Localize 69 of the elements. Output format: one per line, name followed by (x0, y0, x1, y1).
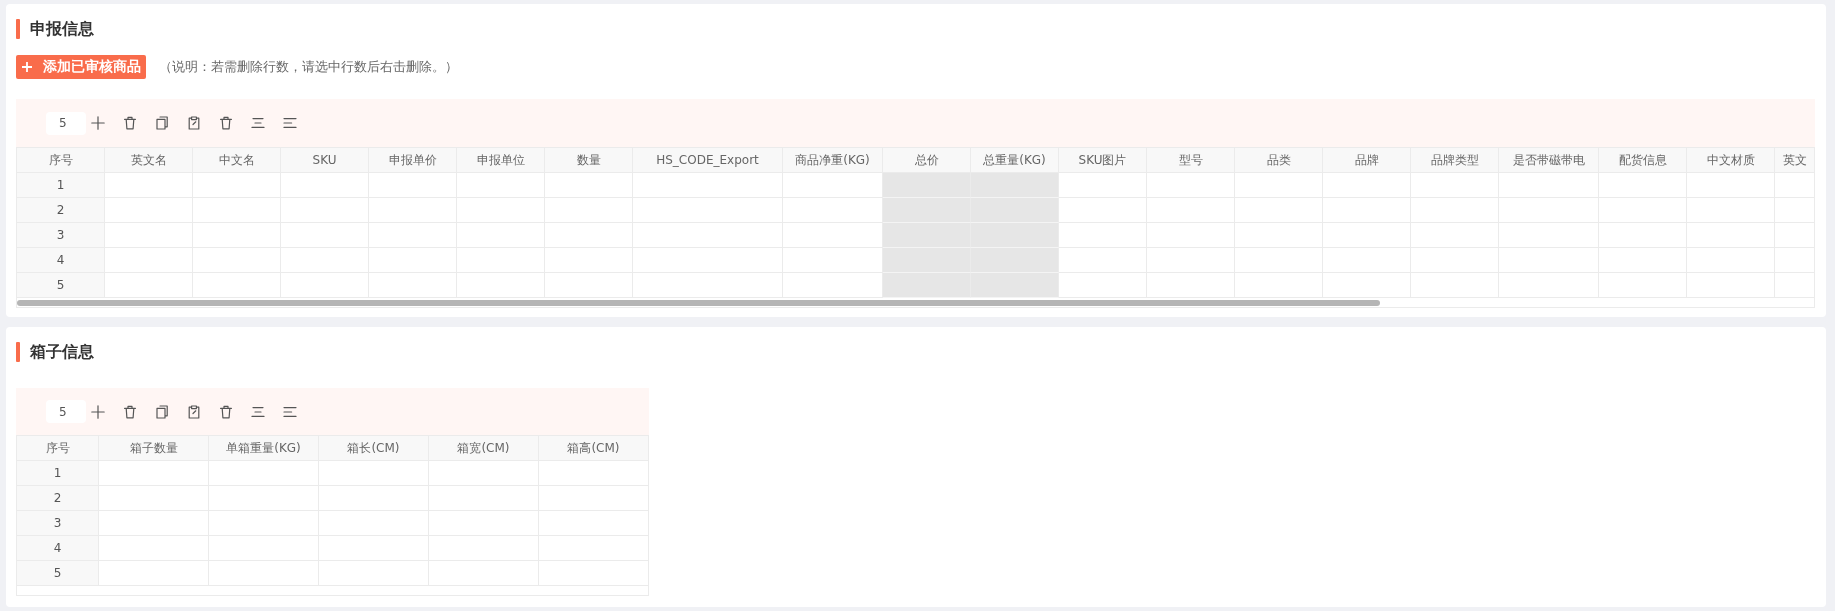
align-left-icon[interactable] (283, 404, 297, 419)
column-header: 配货信息 (1599, 147, 1687, 173)
plus-icon (22, 62, 32, 72)
column-header: SKU (281, 147, 369, 173)
column-header: 品类 (1235, 147, 1323, 173)
trash-icon[interactable] (123, 116, 137, 130)
title-accent-bar (16, 342, 20, 362)
align-left-icon[interactable] (283, 116, 297, 130)
column-header: 品牌类型 (1411, 147, 1499, 173)
align-center-icon[interactable] (251, 116, 265, 130)
clipboard-icon[interactable] (187, 116, 201, 130)
trash-icon[interactable] (219, 116, 233, 130)
grid-cell[interactable] (1059, 198, 1147, 223)
row-number: 2 (16, 486, 99, 511)
column-header: HS_CODE_Export (633, 147, 783, 173)
column-header: 总重量(KG) (971, 147, 1059, 173)
row-number: 3 (16, 511, 99, 536)
align-center-icon[interactable] (251, 404, 265, 419)
trash-icon[interactable] (219, 404, 233, 419)
grid-cell[interactable] (783, 248, 883, 273)
copy-icon[interactable] (155, 116, 169, 130)
section-title: 箱子信息 (30, 342, 94, 362)
column-header: 中文材质 (1687, 147, 1775, 173)
plus-icon[interactable] (91, 404, 105, 419)
column-header: 申报单价 (369, 147, 457, 173)
grid-cell[interactable] (1059, 273, 1147, 298)
row-number: 2 (16, 198, 105, 223)
column-header: 箱高(CM) (539, 435, 649, 461)
plus-icon[interactable] (91, 116, 105, 130)
column-header: 中文名 (193, 147, 281, 173)
column-header: 序号 (16, 147, 105, 173)
column-header: 申报单位 (457, 147, 545, 173)
grid-cell[interactable] (783, 273, 883, 298)
column-header: 型号 (1147, 147, 1235, 173)
column-header: 箱子数量 (99, 435, 209, 461)
section-title: 申报信息 (30, 19, 94, 39)
column-header: 英文名 (105, 147, 193, 173)
instruction-note: （说明：若需删除行数，请选中行数后右击删除。） (159, 58, 458, 76)
row-number: 4 (16, 248, 105, 273)
grid-cell[interactable] (1059, 173, 1147, 198)
copy-icon[interactable] (155, 404, 169, 419)
row-number: 3 (16, 223, 105, 248)
row-count-input[interactable]: 5 (46, 111, 86, 135)
trash-icon[interactable] (123, 404, 137, 419)
grid-cell[interactable] (783, 173, 883, 198)
column-header: 英文 (1775, 147, 1815, 173)
scrollbar-thumb[interactable] (17, 299, 1380, 306)
row-number: 4 (16, 536, 99, 561)
row-number: 1 (16, 461, 99, 486)
row-number: 1 (16, 173, 105, 198)
column-header: SKU图片 (1059, 147, 1147, 173)
column-header: 箱长(CM) (319, 435, 429, 461)
row-count-input[interactable]: 5 (46, 400, 86, 423)
column-header: 总价 (883, 147, 971, 173)
column-header: 单箱重量(KG) (209, 435, 319, 461)
grid-cell[interactable] (783, 223, 883, 248)
column-header: 数量 (545, 147, 633, 173)
column-header: 序号 (16, 435, 99, 461)
grid-cell[interactable] (1059, 223, 1147, 248)
title-accent-bar (16, 19, 20, 39)
grid-cell[interactable] (1059, 248, 1147, 273)
column-header: 是否带磁带电 (1499, 147, 1599, 173)
column-header: 箱宽(CM) (429, 435, 539, 461)
row-number: 5 (16, 561, 99, 586)
clipboard-icon[interactable] (187, 404, 201, 419)
grid-cell[interactable] (783, 198, 883, 223)
column-header: 商品净重(KG) (783, 147, 883, 173)
column-header: 品牌 (1323, 147, 1411, 173)
row-number: 5 (16, 273, 105, 298)
